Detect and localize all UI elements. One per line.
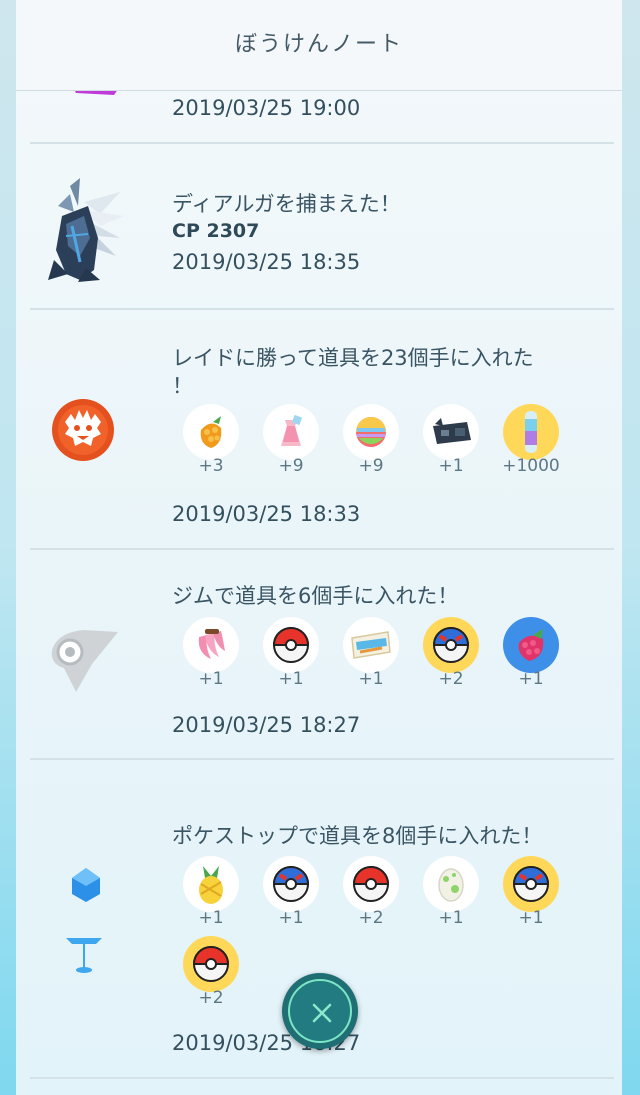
- item-count: +1: [198, 669, 224, 689]
- entry-date: 2019/03/25 18:35: [172, 250, 361, 274]
- raid-pass-icon[interactable]: [343, 617, 399, 673]
- divider: [30, 758, 614, 760]
- entry-date: 2019/03/25 18:33: [172, 502, 361, 526]
- divider: [30, 142, 614, 144]
- egg-icon[interactable]: [423, 856, 479, 912]
- gym-icon: [48, 624, 120, 696]
- rare-candy-icon[interactable]: [263, 404, 319, 460]
- item-count: +1: [438, 908, 464, 928]
- item-count: +9: [358, 456, 384, 476]
- close-button[interactable]: [282, 973, 358, 1049]
- great-ball-icon[interactable]: [263, 856, 319, 912]
- golden-razz-berry-icon[interactable]: [183, 404, 239, 460]
- poke-ball-icon[interactable]: [343, 856, 399, 912]
- item-count: +9: [278, 456, 304, 476]
- fast-tm-icon[interactable]: [423, 404, 479, 460]
- entry-title: ポケストップで道具を8個手に入れた！: [172, 824, 543, 848]
- rare-candy-rainbow-icon[interactable]: [343, 404, 399, 460]
- nanab-berry-icon[interactable]: [183, 617, 239, 673]
- entry-title: ディアルガを捕まえた！: [172, 192, 401, 216]
- entry-title-wrap: ！: [172, 374, 193, 398]
- page-title: ぼうけんノート: [234, 32, 403, 57]
- journal-panel: 2019/03/25 19:00 ディアルガを捕まえた！ CP 2307 201…: [16, 0, 622, 1095]
- great-ball-icon[interactable]: [503, 856, 559, 912]
- item-count: +1: [358, 669, 384, 689]
- divider: [30, 308, 614, 310]
- poke-ball-icon[interactable]: [183, 936, 239, 992]
- item-count: +1: [518, 669, 544, 689]
- item-count: +1: [278, 908, 304, 928]
- stardust-icon[interactable]: [503, 404, 559, 460]
- item-count: +3: [198, 456, 224, 476]
- entry-title: レイドに勝って道具を23個手に入れた: [172, 346, 534, 370]
- item-count: +2: [438, 669, 464, 689]
- poke-ball-icon[interactable]: [263, 617, 319, 673]
- pinap-berry-icon[interactable]: [183, 856, 239, 912]
- item-count: +2: [198, 988, 224, 1008]
- item-count: +1000: [502, 456, 560, 476]
- razz-berry-icon[interactable]: [503, 617, 559, 673]
- item-count: +1: [438, 456, 464, 476]
- raid-boss-icon: [51, 398, 115, 462]
- header-bar: ぼうけんノート: [16, 0, 622, 91]
- close-button-ring: [288, 979, 352, 1043]
- item-count: +1: [278, 669, 304, 689]
- item-count: +1: [518, 908, 544, 928]
- great-ball-icon[interactable]: [423, 617, 479, 673]
- divider: [30, 1077, 614, 1079]
- entry-date: 2019/03/25 19:00: [172, 96, 361, 120]
- item-count: +1: [198, 908, 224, 928]
- item-count: +2: [358, 908, 384, 928]
- entry-title: ジムで道具を6個手に入れた！: [172, 584, 459, 608]
- entry-date: 2019/03/25 18:27: [172, 713, 361, 737]
- divider: [30, 548, 614, 550]
- close-icon: [290, 981, 354, 1045]
- pokestop-icon: [62, 866, 106, 980]
- dialga-icon: [40, 176, 124, 284]
- cp-value: CP 2307: [172, 220, 260, 242]
